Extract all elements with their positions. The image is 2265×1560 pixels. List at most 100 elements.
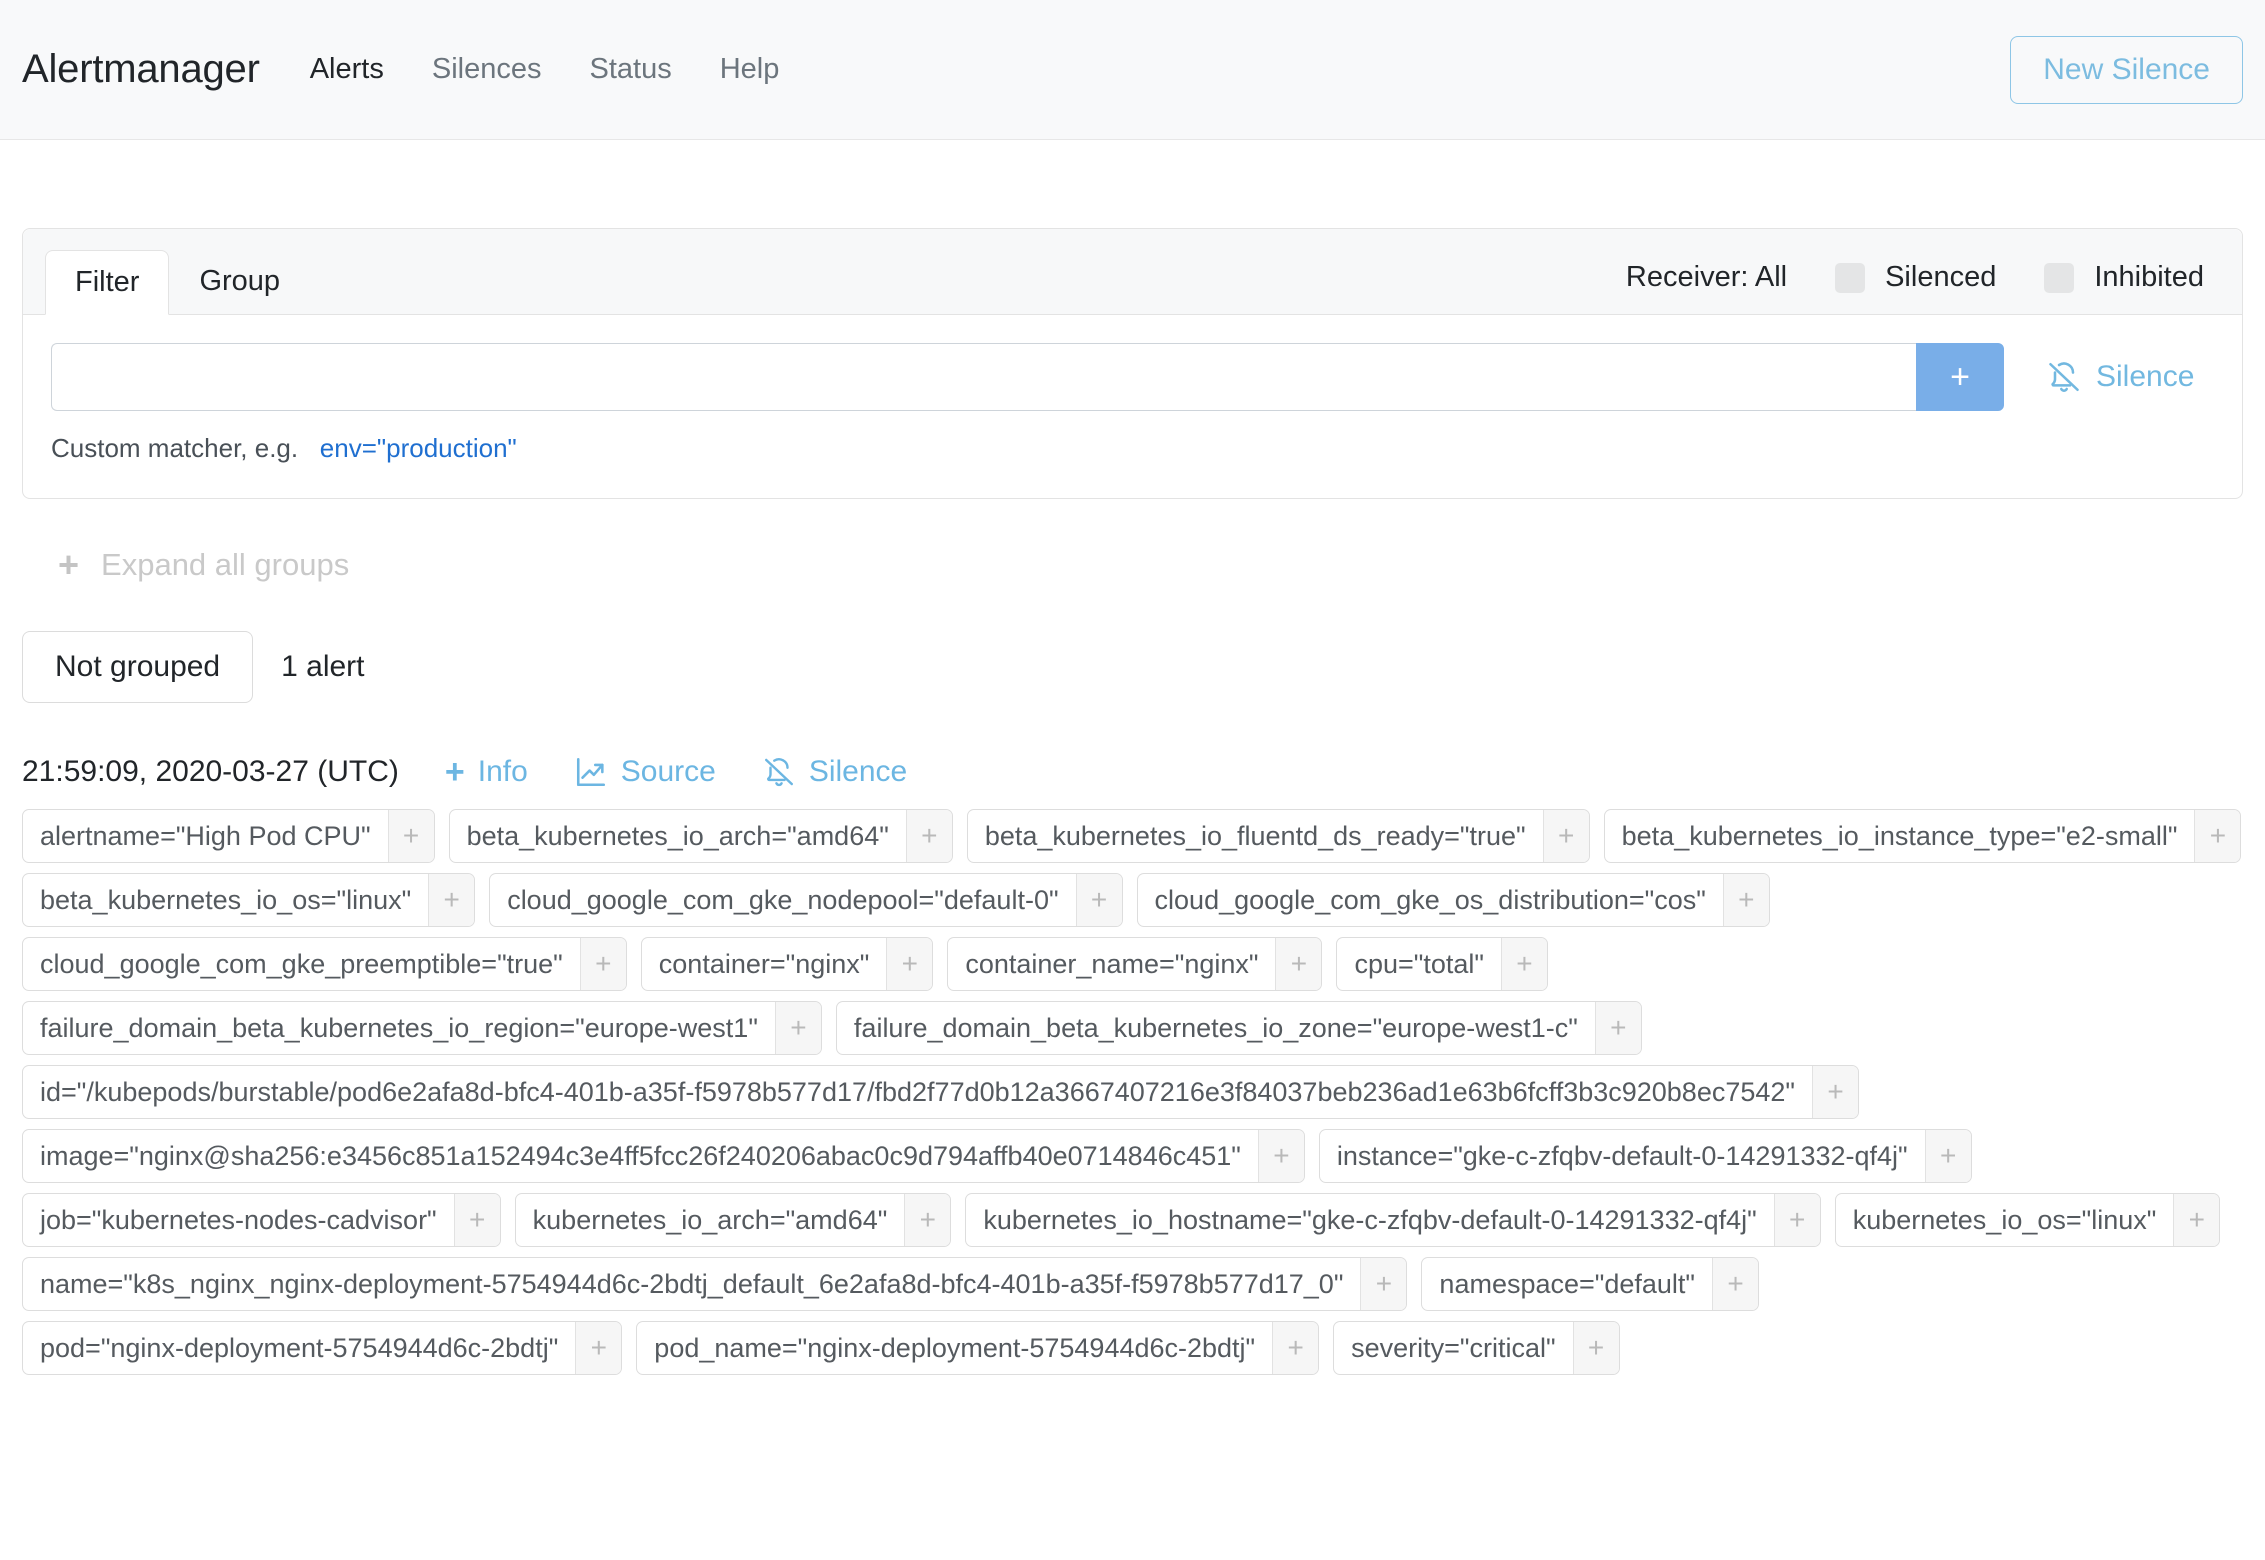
label-chip-text[interactable]: cloud_google_com_gke_preemptible="true" [23,938,580,990]
label-chip-add-button[interactable]: + [388,810,434,862]
label-chip-text[interactable]: kubernetes_io_hostname="gke-c-zfqbv-defa… [966,1194,1773,1246]
alert-item: 21:59:09, 2020-03-27 (UTC) + Info Source [22,755,2243,1375]
nav-links: Alerts Silences Status Help [310,53,780,86]
nav-link-status[interactable]: Status [589,53,671,86]
label-chip-add-button[interactable]: + [1812,1066,1858,1118]
alert-silence-action[interactable]: Silence [762,755,907,789]
label-chip-text[interactable]: failure_domain_beta_kubernetes_io_region… [23,1002,775,1054]
plus-icon: + [445,755,465,789]
expand-all-groups[interactable]: + Expand all groups [22,547,2243,583]
label-chip-text[interactable]: cloud_google_com_gke_os_distribution="co… [1138,874,1723,926]
label-chip: name="k8s_nginx_nginx-deployment-5754944… [22,1257,1407,1311]
filter-silence-action[interactable]: Silence [2046,343,2194,411]
label-chip: beta_kubernetes_io_instance_type="e2-sma… [1604,809,2242,863]
label-chip-text[interactable]: kubernetes_io_os="linux" [1836,1194,2174,1246]
alert-info-action[interactable]: + Info [445,755,528,789]
label-chip-text[interactable]: failure_domain_beta_kubernetes_io_zone="… [837,1002,1595,1054]
label-chip: container="nginx"+ [641,937,934,991]
label-chip: job="kubernetes-nodes-cadvisor"+ [22,1193,501,1247]
label-chip-add-button[interactable]: + [454,1194,500,1246]
label-chip: pod_name="nginx-deployment-5754944d6c-2b… [636,1321,1319,1375]
label-chip-text[interactable]: beta_kubernetes_io_os="linux" [23,874,428,926]
label-chip: id="/kubepods/burstable/pod6e2afa8d-bfc4… [22,1065,1859,1119]
label-chip-add-button[interactable]: + [2194,810,2240,862]
label-chip: beta_kubernetes_io_fluentd_ds_ready="tru… [967,809,1590,863]
matcher-input-row: + Silence [51,343,2214,411]
inhibited-toggle[interactable]: Inhibited [2044,261,2204,294]
label-chip-text[interactable]: namespace="default" [1422,1258,1712,1310]
not-grouped-button[interactable]: Not grouped [22,631,253,703]
label-chip-text[interactable]: job="kubernetes-nodes-cadvisor" [23,1194,454,1246]
label-chip: container_name="nginx"+ [947,937,1322,991]
label-chip: severity="critical"+ [1333,1321,1619,1375]
label-chip-text[interactable]: container="nginx" [642,938,887,990]
label-chip-text[interactable]: beta_kubernetes_io_fluentd_ds_ready="tru… [968,810,1543,862]
label-chip-add-button[interactable]: + [580,938,626,990]
bell-slash-icon [762,755,796,789]
label-chip-add-button[interactable]: + [1774,1194,1820,1246]
label-chip-add-button[interactable]: + [1595,1002,1641,1054]
silenced-checkbox[interactable] [1835,263,1865,293]
label-chip-add-button[interactable]: + [1712,1258,1758,1310]
label-chip-add-button[interactable]: + [1272,1322,1318,1374]
label-chip-add-button[interactable]: + [575,1322,621,1374]
label-chip: pod="nginx-deployment-5754944d6c-2bdtj"+ [22,1321,622,1375]
label-chip-text[interactable]: cpu="total" [1337,938,1501,990]
matcher-input[interactable] [51,343,1916,411]
label-chip-text[interactable]: image="nginx@sha256:e3456c851a152494c3e4… [23,1130,1258,1182]
add-matcher-button[interactable]: + [1916,343,2004,411]
label-chip-add-button[interactable]: + [1258,1130,1304,1182]
label-chip-text[interactable]: severity="critical" [1334,1322,1572,1374]
label-chip-add-button[interactable]: + [1501,938,1547,990]
plus-icon: + [58,547,79,583]
filter-card-header: Filter Group Receiver: All Silenced Inhi… [23,229,2242,315]
label-chip-text[interactable]: cloud_google_com_gke_nodepool="default-0… [490,874,1075,926]
nav-link-help[interactable]: Help [720,53,780,86]
label-chip-text[interactable]: pod_name="nginx-deployment-5754944d6c-2b… [637,1322,1272,1374]
label-chip-add-button[interactable]: + [428,874,474,926]
expand-all-groups-label: Expand all groups [101,547,349,583]
alert-header: 21:59:09, 2020-03-27 (UTC) + Info Source [22,755,2243,789]
label-chip-text[interactable]: name="k8s_nginx_nginx-deployment-5754944… [23,1258,1360,1310]
receiver-selector[interactable]: Receiver: All [1626,261,1787,294]
tab-group[interactable]: Group [169,249,310,314]
label-chip-add-button[interactable]: + [906,810,952,862]
label-chip-text[interactable]: id="/kubepods/burstable/pod6e2afa8d-bfc4… [23,1066,1812,1118]
label-chip-text[interactable]: container_name="nginx" [948,938,1275,990]
inhibited-checkbox[interactable] [2044,263,2074,293]
label-chip: cloud_google_com_gke_nodepool="default-0… [489,873,1122,927]
label-chip-add-button[interactable]: + [775,1002,821,1054]
alert-source-label: Source [621,755,716,789]
nav-link-alerts[interactable]: Alerts [310,53,384,86]
label-chip-text[interactable]: alertname="High Pod CPU" [23,810,388,862]
label-chip-add-button[interactable]: + [1925,1130,1971,1182]
label-chip: alertname="High Pod CPU"+ [22,809,435,863]
label-chip-add-button[interactable]: + [1076,874,1122,926]
label-chip-add-button[interactable]: + [1543,810,1589,862]
nav-link-silences[interactable]: Silences [432,53,542,86]
label-chip-text[interactable]: kubernetes_io_arch="amd64" [516,1194,905,1246]
label-chip-add-button[interactable]: + [904,1194,950,1246]
app-brand[interactable]: Alertmanager [22,47,260,92]
label-chip-add-button[interactable]: + [1360,1258,1406,1310]
label-chip-text[interactable]: beta_kubernetes_io_arch="amd64" [450,810,906,862]
inhibited-label: Inhibited [2094,261,2204,294]
label-chip-add-button[interactable]: + [1573,1322,1619,1374]
label-chip-text[interactable]: beta_kubernetes_io_instance_type="e2-sma… [1605,810,2195,862]
matcher-hint-example[interactable]: env="production" [320,433,517,463]
label-chip-add-button[interactable]: + [2173,1194,2219,1246]
label-chip: failure_domain_beta_kubernetes_io_zone="… [836,1001,1642,1055]
label-chip: cloud_google_com_gke_os_distribution="co… [1137,873,1770,927]
label-chip: kubernetes_io_hostname="gke-c-zfqbv-defa… [965,1193,1820,1247]
label-chip: beta_kubernetes_io_arch="amd64"+ [449,809,953,863]
silenced-toggle[interactable]: Silenced [1835,261,1996,294]
label-chip: image="nginx@sha256:e3456c851a152494c3e4… [22,1129,1305,1183]
new-silence-button[interactable]: New Silence [2010,36,2243,104]
label-chip-text[interactable]: instance="gke-c-zfqbv-default-0-14291332… [1320,1130,1925,1182]
tab-filter[interactable]: Filter [45,250,169,315]
label-chip-add-button[interactable]: + [1275,938,1321,990]
alert-source-action[interactable]: Source [574,755,716,789]
label-chip-text[interactable]: pod="nginx-deployment-5754944d6c-2bdtj" [23,1322,575,1374]
label-chip-add-button[interactable]: + [886,938,932,990]
label-chip-add-button[interactable]: + [1723,874,1769,926]
